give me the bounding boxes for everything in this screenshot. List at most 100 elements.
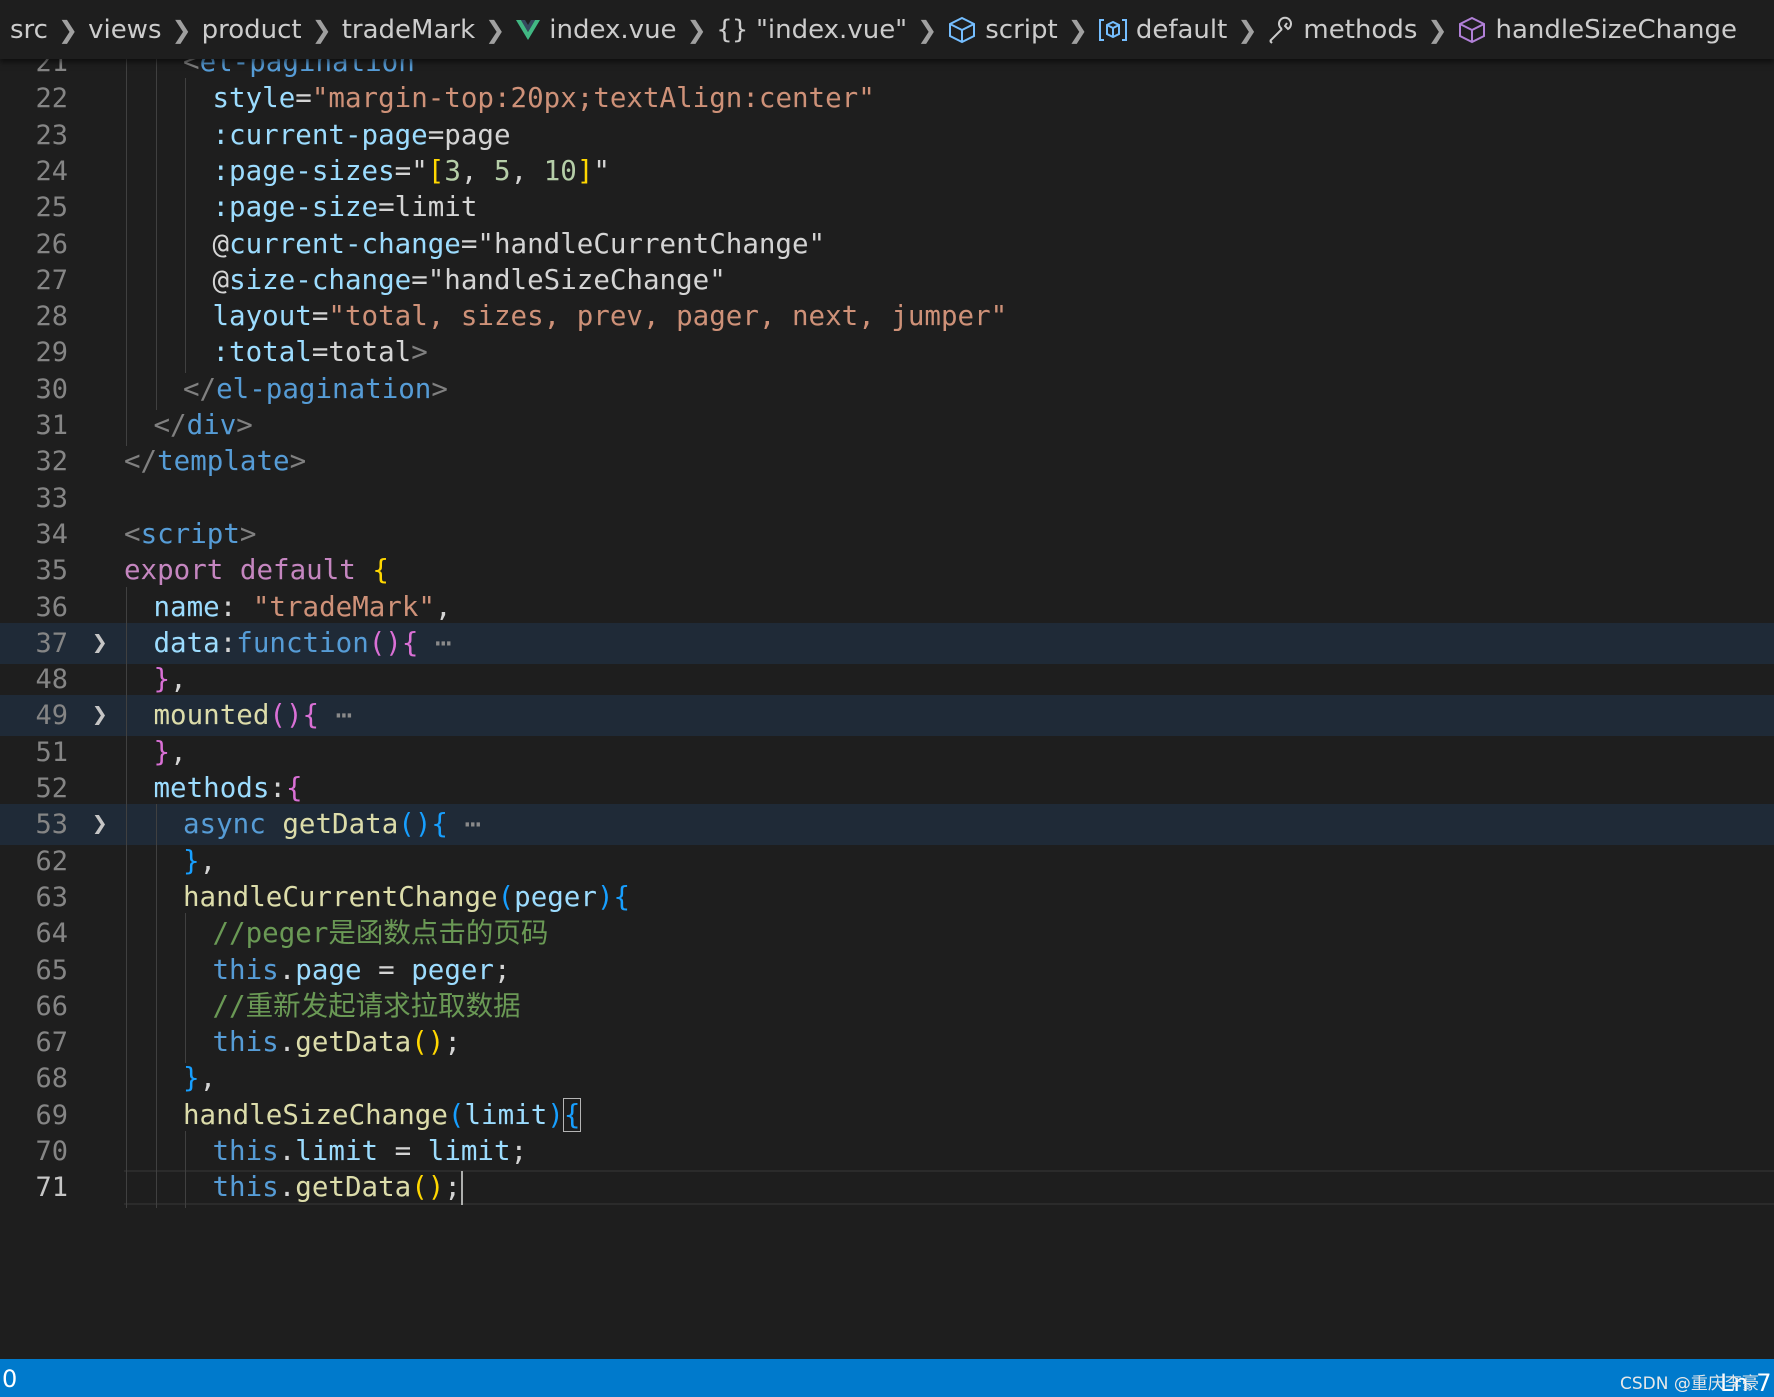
code-line[interactable]: 64 //peger是函数点击的页码 — [0, 913, 1774, 955]
code-text: methods:{ — [154, 768, 303, 809]
code-token: " — [411, 154, 428, 187]
chevron-right-icon: ❯ — [1237, 15, 1258, 44]
code-line[interactable]: 49 ❯ mounted(){ ⋯ — [0, 695, 1774, 737]
breadcrumb-item[interactable]: handleSizeChange — [1457, 15, 1737, 45]
indent-guide — [155, 150, 157, 192]
code-line[interactable]: 69 handleSizeChange(limit){ — [0, 1094, 1774, 1136]
indent-guide — [155, 187, 157, 229]
breadcrumb-item[interactable]: methods — [1267, 15, 1417, 45]
code-token: 5 — [494, 154, 511, 187]
line-number: 37 — [35, 627, 68, 659]
fold-chevron-icon[interactable]: ❯ — [92, 804, 108, 845]
status-left-text[interactable]: 0 — [2, 1365, 17, 1393]
indent-guide — [155, 985, 157, 1027]
code-line[interactable]: 28 layout="total, sizes, prev, pager, nex… — [0, 296, 1774, 338]
indent-guide — [126, 368, 127, 410]
breadcrumb-item[interactable]: tradeMark — [342, 15, 475, 45]
indent-guide — [126, 223, 127, 265]
code-token: ⋯ — [319, 699, 353, 732]
code-token: = — [460, 227, 478, 260]
code-token: () — [411, 1026, 445, 1059]
code-line[interactable]: 29:total=total> — [0, 332, 1774, 374]
breadcrumb-item[interactable]: {} "index.vue" — [717, 15, 908, 45]
code-line[interactable]: 27 @size-change="handleSizeChange" — [0, 259, 1774, 301]
indent-guide — [155, 949, 157, 991]
indent-guide — [155, 913, 157, 955]
code-line[interactable]: 53 ❯ async getData(){ ⋯ — [0, 804, 1774, 846]
chevron-right-icon: ❯ — [686, 15, 707, 44]
indent-guide — [126, 259, 127, 301]
code-line[interactable]: 32 </template> — [0, 441, 1774, 482]
code-line[interactable]: 31 </div> — [0, 405, 1774, 446]
code-line[interactable]: 25:page-size=limit — [0, 187, 1774, 229]
code-token: peger — [411, 953, 494, 986]
code-line[interactable]: 33 — [0, 478, 1774, 519]
indent-guide — [185, 1131, 186, 1172]
indent-guide — [126, 405, 127, 446]
breadcrumb-label: methods — [1303, 14, 1418, 45]
breadcrumb-label: views — [88, 14, 162, 45]
breadcrumb-item[interactable]: views — [88, 15, 161, 45]
code-line[interactable]: 52 methods:{ — [0, 768, 1774, 809]
code-line[interactable]: 68}, — [0, 1058, 1774, 1100]
code-token: > — [289, 445, 307, 478]
code-token: @ — [212, 227, 230, 260]
watermark: CSDN @重庆李豪 — [1620, 1374, 1759, 1394]
indent-guide — [155, 78, 157, 120]
code-line[interactable]: 71 this.getData(); — [0, 1167, 1774, 1209]
indent-guide — [126, 78, 127, 120]
code-token: : — [269, 772, 286, 804]
code-line[interactable]: 65 this.page = peger; — [0, 949, 1774, 991]
code-line[interactable]: 30 </el-pagination> — [0, 368, 1774, 410]
vue-icon — [515, 19, 541, 41]
code-text: :page-sizes="[3, 5, 10]" — [213, 151, 610, 192]
code-token: { — [302, 699, 320, 732]
code-editor[interactable]: 21 <el-pagination 22 style="margin-top:20px… — [0, 46, 1774, 1359]
code-line[interactable]: 37 ❯ data:function(){ ⋯ — [0, 622, 1774, 664]
breadcrumb-item[interactable]: script — [947, 15, 1058, 45]
code-token: . — [278, 953, 296, 986]
code-text: </el-pagination> — [183, 369, 448, 410]
code-line[interactable]: 23:current-page=page — [0, 114, 1774, 156]
code-line[interactable]: 67 this.getData(); — [0, 1022, 1774, 1064]
code-text: mounted(){ ⋯ — [154, 695, 353, 736]
breadcrumb-item[interactable]: default — [1098, 15, 1227, 45]
code-line[interactable]: 36 name: "tradeMark", — [0, 586, 1774, 628]
code-line[interactable]: 63 handleCurrentChange(peger){ — [0, 876, 1774, 918]
code-line[interactable]: 35 export default { — [0, 550, 1774, 591]
code-token: = — [295, 82, 312, 115]
code-line[interactable]: 26 @current-change="handleCurrentChange" — [0, 223, 1774, 265]
indent-guide — [126, 296, 127, 338]
fold-chevron-icon[interactable]: ❯ — [92, 695, 108, 736]
code-line[interactable]: 24:page-sizes="[3, 5, 10]" — [0, 150, 1774, 192]
code-token: ; — [494, 953, 511, 986]
code-line[interactable]: 70 this.limit = limit; — [0, 1131, 1774, 1172]
code-token: . — [278, 1171, 296, 1204]
line-number: 53 — [35, 809, 68, 841]
wrench-icon — [1267, 16, 1295, 44]
code-line[interactable]: 51}, — [0, 731, 1774, 773]
code-token: limit — [427, 1135, 511, 1167]
code-token: @ — [212, 263, 230, 296]
code-token: :total — [212, 336, 312, 369]
method-cube-icon — [1457, 16, 1487, 44]
breadcrumb-item[interactable]: product — [202, 15, 302, 45]
code-token: default — [239, 554, 356, 587]
code-line[interactable]: 22 style="margin-top:20px;textAlign:cente… — [0, 78, 1774, 120]
code-line[interactable]: 48}, — [0, 659, 1774, 701]
breadcrumb-item[interactable]: index.vue — [515, 15, 677, 45]
fold-chevron-icon[interactable]: ❯ — [92, 623, 108, 664]
chevron-right-icon: ❯ — [485, 15, 506, 44]
code-line[interactable]: 34 <script> — [0, 514, 1774, 555]
indent-guide — [185, 913, 186, 955]
code-token: methods — [153, 772, 270, 804]
indent-guide — [126, 586, 127, 628]
breadcrumb-item[interactable]: src — [10, 15, 48, 45]
code-line[interactable]: 62}, — [0, 840, 1774, 882]
line-number: 22 — [35, 83, 68, 115]
code-text: export default { — [124, 550, 389, 591]
code-token: () — [411, 1171, 445, 1204]
line-number: 62 — [35, 845, 68, 877]
code-line[interactable]: 66 //重新发起请求拉取数据 — [0, 985, 1774, 1027]
